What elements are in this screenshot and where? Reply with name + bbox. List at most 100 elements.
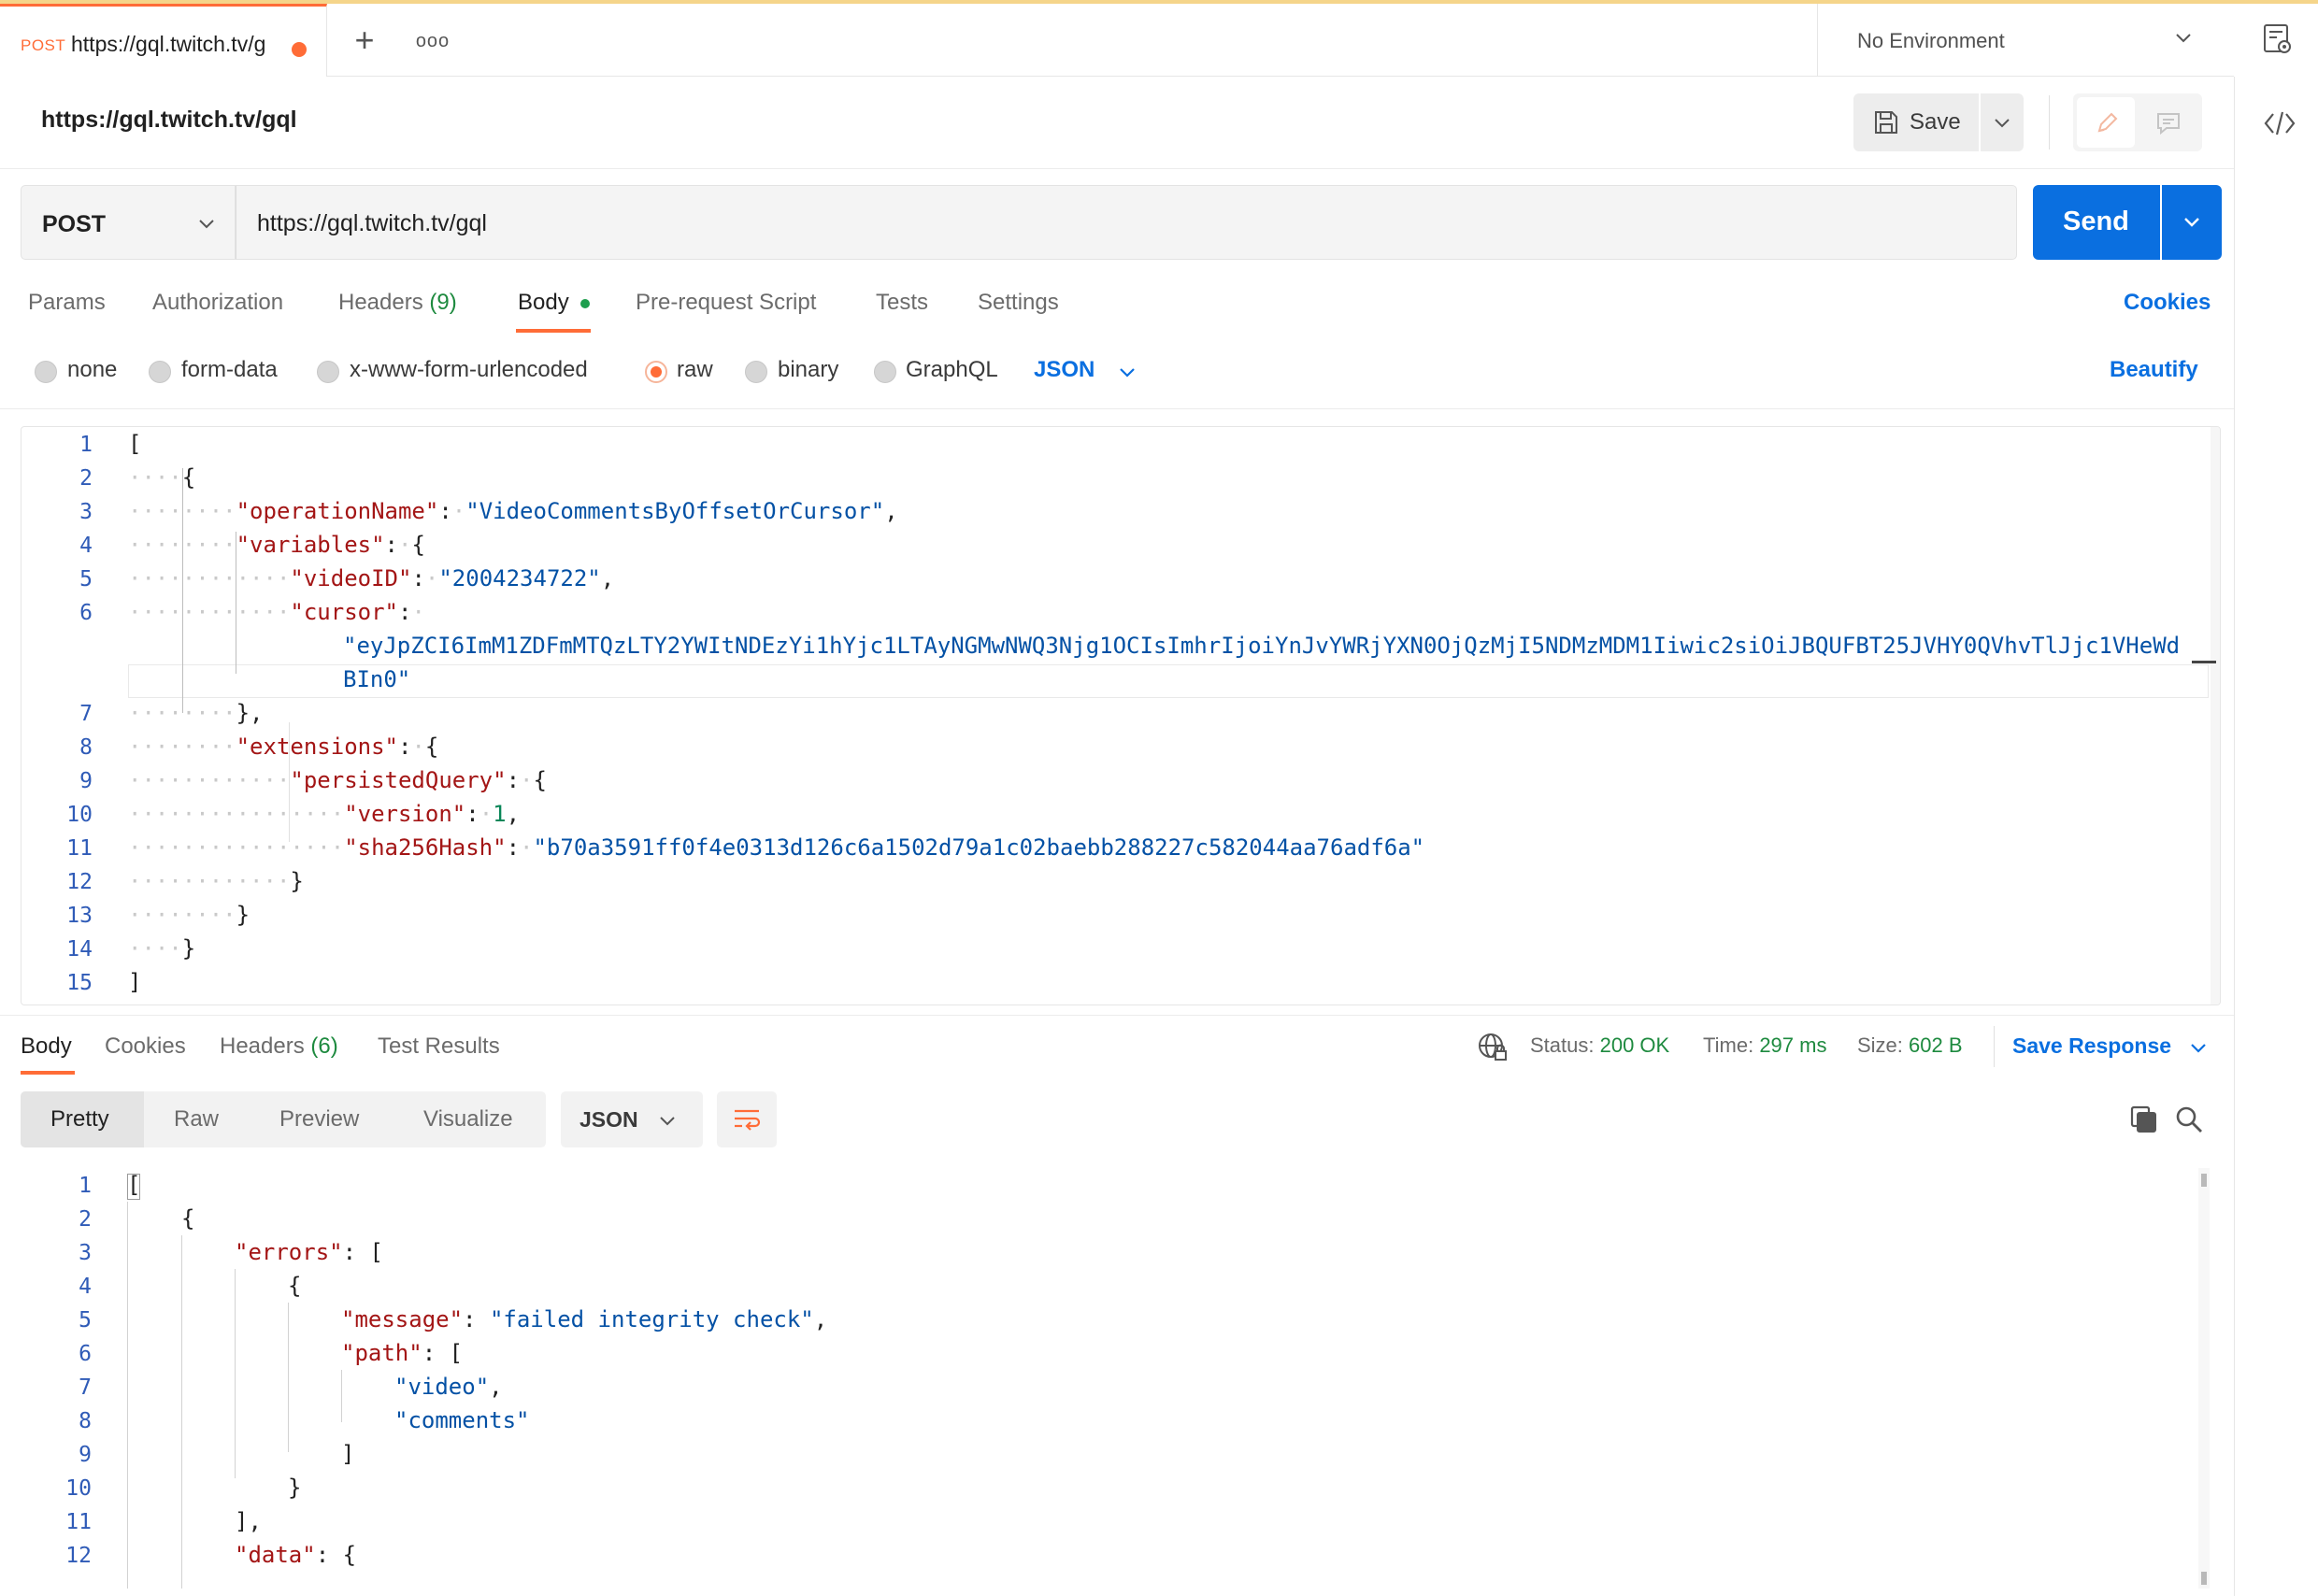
- response-tab-headers[interactable]: Headers (6): [220, 1033, 338, 1060]
- response-headers-count: (6): [310, 1033, 338, 1059]
- status-label: Status:: [1530, 1033, 1595, 1057]
- response-tab-test-results[interactable]: Test Results: [378, 1033, 500, 1060]
- request-tab[interactable]: POST https://gql.twitch.tv/g: [0, 4, 327, 77]
- line-number: 8: [79, 735, 93, 760]
- tab-headers[interactable]: Headers (9): [338, 290, 457, 316]
- request-body-editor[interactable]: 1 2 3 4 5 6 7 8 9 10 11 12 13 14 15 [ ··…: [21, 426, 2221, 1005]
- send-button[interactable]: Send: [2033, 185, 2160, 260]
- code-line: ········},: [128, 700, 264, 726]
- tab-tests[interactable]: Tests: [876, 290, 928, 316]
- json-key: "version": [344, 801, 466, 827]
- scrollbar[interactable]: [2198, 1168, 2210, 1589]
- body-indicator-dot: [580, 299, 590, 308]
- radio-binary[interactable]: [745, 361, 767, 383]
- code-line: "eyJpZCI6ImM1ZDFmMTQzLTY2YWItNDEzYi1hYjc…: [343, 633, 2180, 659]
- method-select[interactable]: POST: [21, 185, 236, 260]
- search-icon[interactable]: [2174, 1104, 2204, 1134]
- tab-params[interactable]: Params: [28, 290, 106, 316]
- code-line: ················"version":·1,: [128, 801, 521, 827]
- line-number: 14: [66, 937, 93, 962]
- radio-none[interactable]: [35, 361, 57, 383]
- new-tab-button[interactable]: +: [346, 22, 383, 60]
- view-preview-button[interactable]: Preview: [279, 1106, 359, 1133]
- response-body-viewer[interactable]: 1 2 3 4 5 6 7 8 9 10 11 12 [ { "errors":…: [21, 1168, 2221, 1589]
- scrollbar-arrow-up[interactable]: [2201, 1174, 2207, 1187]
- radio-raw[interactable]: [645, 361, 667, 383]
- cookies-link[interactable]: Cookies: [2124, 290, 2211, 316]
- radio-form-data[interactable]: [149, 361, 171, 383]
- radio-none-label[interactable]: none: [67, 357, 117, 383]
- tab-authorization[interactable]: Authorization: [152, 290, 283, 316]
- response-tab-cookies[interactable]: Cookies: [105, 1033, 186, 1060]
- line-number: 12: [66, 870, 93, 894]
- response-tab-body[interactable]: Body: [21, 1033, 72, 1060]
- scrollbar-arrow-down[interactable]: [2201, 1572, 2207, 1585]
- code-snippet-icon[interactable]: [2263, 108, 2297, 138]
- line-number: 5: [79, 567, 93, 591]
- size-value: 602 B: [1909, 1033, 1963, 1057]
- save-icon: [1875, 111, 1897, 134]
- radio-binary-label[interactable]: binary: [778, 357, 838, 383]
- line-number: 11: [66, 836, 93, 861]
- save-button[interactable]: Save: [1853, 93, 1979, 151]
- json-string: "eyJpZCI6ImM1ZDFmMTQzLTY2YWItNDEzYi1hYjc…: [343, 633, 2181, 659]
- send-options-button[interactable]: [2162, 185, 2222, 260]
- body-format-select[interactable]: JSON: [1034, 357, 1095, 383]
- time-label: Time:: [1703, 1033, 1754, 1057]
- status-value: 200 OK: [1599, 1033, 1670, 1057]
- comments-button[interactable]: [2139, 97, 2198, 148]
- save-response-button[interactable]: Save Response: [2012, 1033, 2171, 1059]
- code-line: ········"extensions":·{: [128, 734, 439, 760]
- tab-body[interactable]: Body: [518, 290, 569, 316]
- code-line: [: [128, 431, 142, 457]
- view-visualize-button[interactable]: Visualize: [423, 1106, 513, 1133]
- network-globe-icon[interactable]: [1477, 1032, 1509, 1063]
- chevron-down-icon[interactable]: [2189, 1038, 2208, 1057]
- code-line: ················"sha256Hash":·"b70a3591f…: [128, 834, 1425, 861]
- save-options-button[interactable]: [1981, 93, 2024, 151]
- line-number: 10: [65, 1476, 92, 1501]
- radio-urlencoded[interactable]: [317, 361, 339, 383]
- scrollbar[interactable]: [2211, 427, 2220, 1005]
- line-number: 4: [79, 1275, 92, 1299]
- json-string: BIn0": [343, 666, 411, 692]
- beautify-link[interactable]: Beautify: [2110, 357, 2198, 383]
- request-name[interactable]: https://gql.twitch.tv/gql: [41, 107, 297, 134]
- chevron-down-icon[interactable]: [1118, 363, 1137, 381]
- code-line: ········}: [128, 902, 250, 928]
- divider: [0, 1015, 2234, 1016]
- line-number: 3: [79, 500, 93, 524]
- request-tab-method: POST: [21, 36, 66, 54]
- radio-form-data-label[interactable]: form-data: [181, 357, 278, 383]
- radio-raw-label[interactable]: raw: [677, 357, 713, 383]
- view-pretty-label[interactable]: Pretty: [50, 1106, 109, 1133]
- radio-graphql-label[interactable]: GraphQL: [906, 357, 998, 383]
- more-tabs-button[interactable]: ooo: [411, 22, 454, 60]
- json-key: "message": [341, 1306, 464, 1332]
- line-number: 9: [79, 769, 93, 793]
- code-line: ············"videoID":·"2004234722",: [128, 565, 615, 591]
- radio-urlencoded-label[interactable]: x-www-form-urlencoded: [350, 357, 588, 383]
- active-tab-underline: [21, 1071, 75, 1075]
- environment-quick-look-icon[interactable]: [2262, 22, 2294, 56]
- url-input[interactable]: https://gql.twitch.tv/gql: [236, 185, 2017, 260]
- divider: [0, 168, 2234, 169]
- tab-settings[interactable]: Settings: [978, 290, 1059, 316]
- tab-prerequest-script[interactable]: Pre-request Script: [636, 290, 816, 316]
- chevron-down-icon: [1995, 119, 2010, 128]
- pencil-icon: [2097, 112, 2118, 133]
- environment-select[interactable]: No Environment: [1817, 4, 2234, 77]
- edit-mode-button[interactable]: [2077, 97, 2135, 148]
- line-number: 6: [79, 601, 93, 625]
- view-raw-button[interactable]: Raw: [174, 1106, 219, 1133]
- wrap-lines-button[interactable]: [717, 1091, 777, 1147]
- radio-graphql[interactable]: [874, 361, 896, 383]
- environment-select-label: No Environment: [1857, 29, 2005, 52]
- response-format-select[interactable]: JSON: [561, 1091, 703, 1147]
- code-line: ············}: [128, 868, 304, 894]
- response-status: Status: 200 OK: [1530, 1033, 1669, 1058]
- code-line: ]: [341, 1441, 355, 1467]
- line-number: 10: [66, 803, 93, 827]
- line-number: 2: [79, 466, 93, 491]
- copy-icon[interactable]: [2129, 1104, 2159, 1134]
